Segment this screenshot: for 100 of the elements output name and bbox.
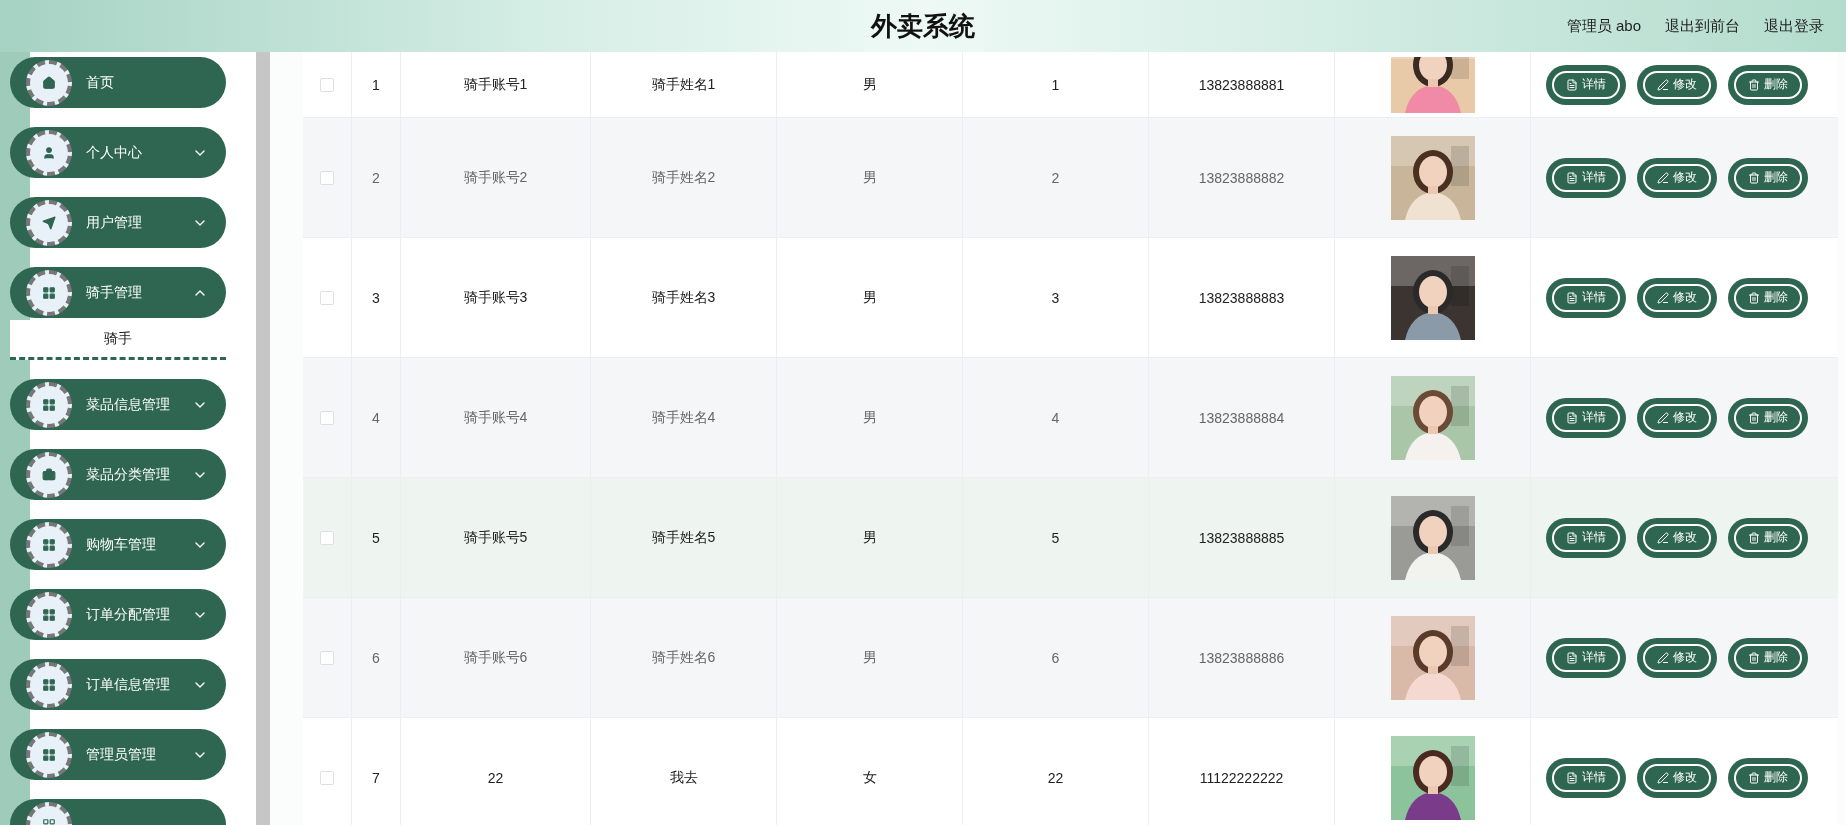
edit-button[interactable]: 修改 [1637, 64, 1717, 105]
grid-icon [26, 521, 72, 568]
table-cell: 骑手账号3 [463, 288, 528, 307]
table-cell: 13823888882 [1198, 169, 1285, 186]
row-checkbox[interactable] [320, 290, 334, 305]
table-cell: 1 [372, 76, 380, 93]
table-cell: 骑手姓名1 [651, 75, 716, 94]
trash-icon [1748, 411, 1760, 424]
row-checkbox[interactable] [320, 770, 334, 785]
paper-plane-icon [26, 199, 72, 246]
trash-icon [1748, 771, 1760, 784]
delete-button[interactable]: 删除 [1728, 64, 1808, 105]
detail-button[interactable]: 详情 [1546, 277, 1626, 318]
table-cell: 骑手姓名2 [651, 168, 716, 187]
home-icon [26, 59, 72, 106]
edit-button[interactable]: 修改 [1637, 277, 1717, 318]
scrollbar[interactable] [256, 52, 270, 825]
table-cell: 男 [862, 648, 877, 667]
grid-icon [26, 661, 72, 708]
edit-button[interactable]: 修改 [1637, 397, 1717, 438]
delete-button[interactable]: 删除 [1728, 157, 1808, 198]
table-cell: 3 [372, 289, 380, 306]
trash-icon [1748, 531, 1760, 544]
row-checkbox[interactable] [320, 170, 334, 185]
detail-button[interactable]: 详情 [1546, 157, 1626, 198]
pencil-icon [1657, 411, 1669, 424]
grid-icon [26, 269, 72, 316]
document-icon [1566, 771, 1578, 784]
pencil-icon [1657, 531, 1669, 544]
menu-item[interactable]: 个人中心 [10, 127, 226, 178]
table-cell: 13823888881 [1198, 76, 1285, 93]
table-cell: 4 [1051, 409, 1060, 426]
edit-button[interactable]: 修改 [1637, 757, 1717, 798]
table-cell: 4 [372, 409, 380, 426]
grid-icon [26, 731, 72, 778]
table-cell: 13823888883 [1198, 289, 1285, 306]
trash-icon [1748, 291, 1760, 304]
menu-item[interactable]: 菜品信息管理 [10, 379, 226, 430]
menu-item[interactable]: 订单信息管理 [10, 659, 226, 710]
table-cell: 骑手账号5 [463, 528, 528, 547]
trash-icon [1748, 171, 1760, 184]
table-cell: 女 [862, 768, 877, 787]
edit-button[interactable]: 修改 [1637, 637, 1717, 678]
trash-icon [1748, 78, 1760, 91]
edit-button[interactable]: 修改 [1637, 517, 1717, 558]
header-link[interactable]: 退出登录 [1764, 16, 1824, 36]
delete-button[interactable]: 删除 [1728, 397, 1808, 438]
menu-item[interactable]: 首页 [10, 57, 226, 108]
menu-item[interactable]: 菜品分类管理 [10, 449, 226, 500]
delete-button[interactable]: 删除 [1728, 517, 1808, 558]
delete-button[interactable]: 删除 [1728, 757, 1808, 798]
user-icon [26, 129, 72, 176]
document-icon [1566, 411, 1578, 424]
table-cell: 骑手姓名3 [651, 288, 716, 307]
header-link[interactable]: 退出到前台 [1665, 16, 1740, 36]
table-cell: 骑手姓名6 [651, 648, 716, 667]
table-cell: 7 [372, 769, 380, 786]
table-cell: 男 [862, 408, 877, 427]
trash-icon [1748, 651, 1760, 664]
menu-item[interactable]: 订单分配管理 [10, 589, 226, 640]
table-cell: 22 [1047, 769, 1064, 786]
menu-item[interactable]: 用户管理 [10, 197, 226, 248]
detail-button[interactable]: 详情 [1546, 517, 1626, 558]
table-cell: 男 [862, 528, 877, 547]
detail-button[interactable]: 详情 [1546, 64, 1626, 105]
table-cell: 13823888885 [1198, 529, 1285, 546]
row-checkbox[interactable] [320, 650, 334, 665]
table-cell: 骑手账号6 [463, 648, 528, 667]
detail-button[interactable]: 详情 [1546, 397, 1626, 438]
delete-button[interactable]: 删除 [1728, 637, 1808, 678]
submenu-item[interactable]: 骑手 [10, 320, 226, 360]
menu-item[interactable]: 骑手管理 [10, 267, 226, 318]
document-icon [1566, 531, 1578, 544]
table-cell: 13823888884 [1198, 409, 1285, 426]
table-cell: 6 [372, 649, 380, 666]
pencil-icon [1657, 171, 1669, 184]
menu-item[interactable]: 管理员管理 [10, 729, 226, 780]
table-cell: 5 [372, 529, 380, 546]
row-checkbox[interactable] [320, 410, 334, 425]
table-cell: 2 [1051, 169, 1060, 186]
pencil-icon [1657, 651, 1669, 664]
document-icon [1566, 78, 1578, 91]
user-label: 管理员 abo [1566, 16, 1641, 36]
detail-button[interactable]: 详情 [1546, 637, 1626, 678]
briefcase-icon [26, 451, 72, 498]
grid-icon [26, 591, 72, 638]
table-cell: 11122222222 [1199, 769, 1284, 786]
edit-button[interactable]: 修改 [1637, 157, 1717, 198]
row-checkbox[interactable] [320, 530, 334, 545]
detail-button[interactable]: 详情 [1546, 757, 1626, 798]
table-cell: 骑手账号4 [463, 408, 528, 427]
document-icon [1566, 171, 1578, 184]
table-cell: 3 [1051, 289, 1060, 306]
delete-button[interactable]: 删除 [1728, 277, 1808, 318]
document-icon [1566, 651, 1578, 664]
menu-item[interactable]: 购物车管理 [10, 519, 226, 570]
row-checkbox[interactable] [320, 77, 334, 92]
pencil-icon [1657, 291, 1669, 304]
table-cell: 2 [372, 169, 380, 186]
table-cell: 骑手姓名5 [651, 528, 716, 547]
